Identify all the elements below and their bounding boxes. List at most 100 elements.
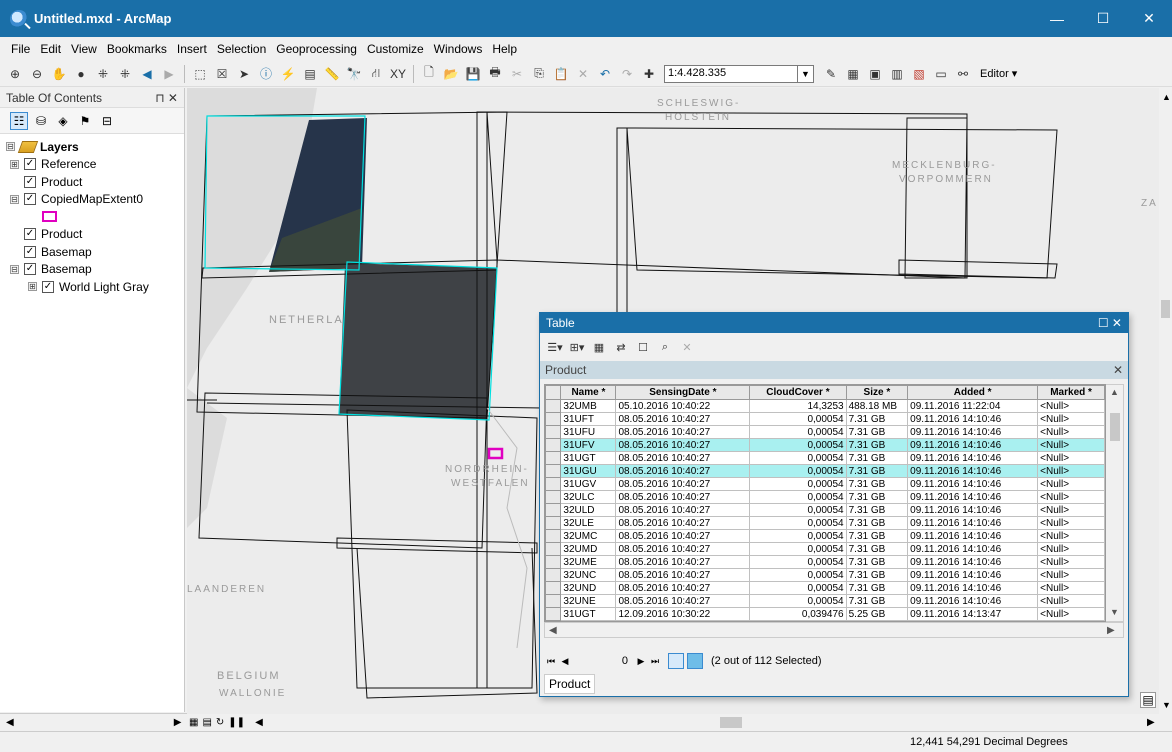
row-selector[interactable] [545, 464, 562, 478]
row-selector[interactable] [545, 555, 562, 569]
cell-sensing-date[interactable]: 08.05.2016 10:40:27 [615, 529, 751, 543]
save-icon[interactable]: 💾 [464, 65, 482, 83]
cell-name[interactable]: 32UNC [560, 568, 617, 582]
scroll-down-icon[interactable]: ▼ [1110, 607, 1119, 617]
table-title-bar[interactable]: Table ☐ ✕ [540, 313, 1128, 333]
tree-item-basemap[interactable]: ✓ Basemap [0, 243, 184, 261]
cell-name[interactable]: 32UND [560, 581, 617, 595]
scroll-right-icon[interactable]: ▶ [1107, 625, 1115, 636]
expand-icon[interactable]: ⊞ [28, 282, 37, 292]
table-row[interactable]: 32UMD 08.05.2016 10:40:27 0,00054 7.31 GB 09… [545, 542, 1105, 556]
find-route-icon[interactable]: ⛙ [367, 65, 385, 83]
tree-item-product-2[interactable]: ✓ Product [0, 226, 184, 244]
cell-marked[interactable]: <Null> [1037, 412, 1105, 426]
toc-scrollbar[interactable]: ◀ ▶ [0, 713, 187, 731]
cell-sensing-date[interactable]: 08.05.2016 10:40:27 [615, 438, 751, 452]
table-row[interactable]: 32UND 08.05.2016 10:40:27 0,00054 7.31 GB 09… [545, 581, 1105, 595]
close-button[interactable]: ✕ [1126, 0, 1172, 37]
table-row[interactable]: 32UNC 08.05.2016 10:40:27 0,00054 7.31 GB 09… [545, 568, 1105, 582]
visibility-checkbox[interactable]: ✓ [24, 175, 36, 188]
cell-added[interactable]: 09.11.2016 14:10:46 [907, 451, 1039, 465]
cell-added[interactable]: 09.11.2016 14:10:46 [907, 568, 1039, 582]
row-selector[interactable] [545, 581, 562, 595]
show-all-records-button[interactable] [668, 653, 684, 669]
row-selector[interactable] [545, 568, 562, 582]
maximize-button[interactable]: ☐ [1080, 0, 1126, 37]
new-document-icon[interactable]: 🗋 [420, 65, 438, 83]
row-selector[interactable] [545, 451, 562, 465]
cell-added[interactable]: 09.11.2016 14:10:46 [907, 503, 1039, 517]
scroll-right-icon[interactable]: ▶ [174, 717, 182, 728]
scroll-thumb[interactable] [1110, 413, 1120, 441]
table-tab[interactable]: Product ✕ [540, 361, 1128, 379]
tree-item-reference[interactable]: ⊞ ✓ Reference [0, 156, 184, 174]
pause-drawing-icon[interactable]: ❚❚ [228, 717, 245, 728]
row-selector[interactable] [545, 490, 562, 504]
chevron-down-icon[interactable]: ▼ [798, 64, 814, 83]
scroll-thumb[interactable] [720, 717, 742, 728]
cell-sensing-date[interactable]: 08.05.2016 10:40:27 [615, 412, 751, 426]
row-selector[interactable] [545, 542, 562, 556]
table-row[interactable]: 31UGV 08.05.2016 10:40:27 0,00054 7.31 GB 09… [545, 477, 1105, 491]
visibility-checkbox[interactable]: ✓ [24, 158, 36, 171]
tree-item-world-light-gray[interactable]: ⊞ ✓ World Light Gray [0, 278, 184, 296]
cell-cloud-cover[interactable]: 0,00054 [749, 503, 847, 517]
editor-toolbar-icon[interactable]: ✎ [822, 65, 840, 83]
legend-symbol[interactable] [0, 208, 184, 226]
previous-record-icon[interactable]: ◀ [558, 656, 572, 667]
cell-name[interactable]: 32ULE [560, 516, 617, 530]
cell-marked[interactable]: <Null> [1037, 425, 1105, 439]
minimize-button[interactable]: — [1034, 0, 1080, 37]
zoom-out-icon[interactable]: ⊖ [28, 65, 46, 83]
zoom-to-selected-icon[interactable]: ⌕ [656, 338, 674, 356]
cell-name[interactable]: 31UFT [560, 412, 617, 426]
cell-cloud-cover[interactable]: 0,00054 [749, 542, 847, 556]
cell-added[interactable]: 09.11.2016 14:13:47 [907, 607, 1039, 621]
refresh-icon[interactable]: ↻ [216, 717, 224, 728]
scroll-right-icon[interactable]: ▶ [1147, 717, 1155, 728]
hyperlink-icon[interactable]: ⚡ [279, 65, 297, 83]
cell-size[interactable]: 7.31 GB [845, 412, 909, 426]
cell-size[interactable]: 7.31 GB [845, 555, 909, 569]
cell-marked[interactable]: <Null> [1037, 451, 1105, 465]
menu-geoprocessing[interactable]: Geoprocessing [271, 42, 362, 56]
cell-marked[interactable]: <Null> [1037, 490, 1105, 504]
cell-size[interactable]: 7.31 GB [845, 477, 909, 491]
search-window-icon[interactable]: ▥ [888, 65, 906, 83]
zoom-in-icon[interactable]: ⊕ [6, 65, 24, 83]
menu-view[interactable]: View [66, 42, 102, 56]
scroll-left-icon[interactable]: ◀ [6, 717, 14, 728]
cell-name[interactable]: 32UMD [560, 542, 617, 556]
column-header-marked[interactable]: Marked * [1037, 385, 1105, 400]
cell-size[interactable]: 7.31 GB [845, 529, 909, 543]
cell-size[interactable]: 7.31 GB [845, 464, 909, 478]
cell-cloud-cover[interactable]: 0,00054 [749, 490, 847, 504]
cell-added[interactable]: 09.11.2016 14:10:46 [907, 594, 1039, 608]
map-vertical-scrollbar[interactable]: ▲ ▼ [1159, 88, 1172, 714]
cell-name[interactable]: 32ULC [560, 490, 617, 504]
row-selector[interactable] [545, 425, 562, 439]
visibility-checkbox[interactable]: ✓ [24, 228, 36, 241]
copy-icon[interactable]: ⎘ [530, 65, 548, 83]
go-to-xy-icon[interactable]: XY [389, 65, 407, 83]
cell-size[interactable]: 7.31 GB [845, 438, 909, 452]
cell-sensing-date[interactable]: 08.05.2016 10:40:27 [615, 542, 751, 556]
editor-menu[interactable]: Editor ▾ [980, 67, 1017, 80]
scroll-left-icon[interactable]: ◀ [549, 625, 557, 636]
show-selected-records-button[interactable] [687, 653, 703, 669]
menu-insert[interactable]: Insert [172, 42, 212, 56]
cell-size[interactable]: 7.31 GB [845, 594, 909, 608]
cell-size[interactable]: 7.31 GB [845, 425, 909, 439]
clear-selection-icon[interactable]: ☐ [634, 338, 652, 356]
row-selector[interactable] [545, 477, 562, 491]
row-selector[interactable] [545, 412, 562, 426]
select-elements-icon[interactable]: ➤ [235, 65, 253, 83]
cell-sensing-date[interactable]: 08.05.2016 10:40:27 [615, 581, 751, 595]
cell-size[interactable]: 7.31 GB [845, 581, 909, 595]
map-horizontal-scrollbar[interactable]: ▦ ▤ ↻ ❚❚ ◀ ▶ [187, 714, 1159, 731]
cell-sensing-date[interactable]: 08.05.2016 10:40:27 [615, 477, 751, 491]
full-extent-icon[interactable]: ● [72, 65, 90, 83]
table-row[interactable]: 31UFU 08.05.2016 10:40:27 0,00054 7.31 GB 09… [545, 425, 1105, 439]
add-data-icon[interactable]: ✚ [640, 65, 658, 83]
cell-marked[interactable]: <Null> [1037, 438, 1105, 452]
